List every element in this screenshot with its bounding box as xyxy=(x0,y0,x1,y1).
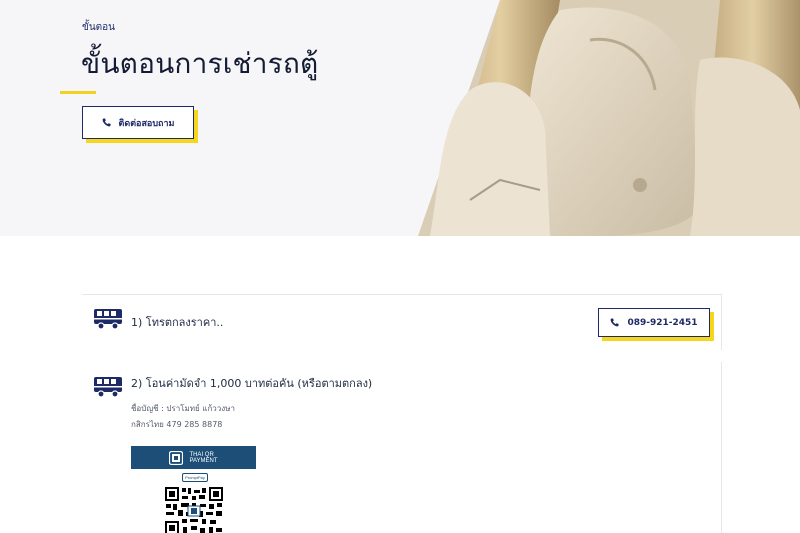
phone-button-label: 089-921-2451 xyxy=(627,317,698,328)
bus-icon xyxy=(94,377,122,398)
phone-button[interactable]: 089-921-2451 xyxy=(598,308,710,337)
steps-border xyxy=(721,362,722,533)
breadcrumb[interactable]: ขั้นตอน xyxy=(82,20,115,35)
bus-icon xyxy=(94,309,122,330)
thai-qr-payment-card: THAI QR PAYMENT PromptPay xyxy=(131,446,256,533)
contact-button-label: ติดต่อสอบถาม xyxy=(118,118,175,129)
title-underline xyxy=(60,91,96,94)
qr-header: THAI QR PAYMENT xyxy=(131,446,256,469)
step-2-title: 2) โอนค่ามัดจำ 1,000 บาทต่อคัน (หรือตามต… xyxy=(131,377,373,390)
phone-icon xyxy=(102,118,111,127)
thai-qr-logo-icon xyxy=(169,450,184,465)
qr-code xyxy=(164,486,224,533)
qr-header-line2: PAYMENT xyxy=(189,457,218,464)
contact-button[interactable]: ติดต่อสอบถาม xyxy=(82,106,194,139)
page-title: ขั้นตอนการเช่ารถตู้ xyxy=(81,47,319,80)
bank-account: กสิกรไทย 479 285 8878 xyxy=(131,420,223,429)
qr-header-line1: THAI QR xyxy=(189,451,214,458)
account-name: ชื่อบัญชี : ปราโมทย์ แก้ววงษา xyxy=(131,404,235,413)
steps-border xyxy=(721,294,722,350)
step-1-title: 1) โทรตกลงราคา.. xyxy=(131,316,224,329)
phone-icon xyxy=(611,318,620,327)
phone-button-wrap: 089-921-2451 xyxy=(598,308,714,341)
hero-section: ขั้นตอน ขั้นตอนการเช่ารถตู้ ติดต่อสอบถาม xyxy=(0,0,800,236)
contact-button-wrap: ติดต่อสอบถาม xyxy=(82,106,198,143)
promptpay-logo: PromptPay xyxy=(182,473,208,482)
steps-divider xyxy=(82,294,722,295)
